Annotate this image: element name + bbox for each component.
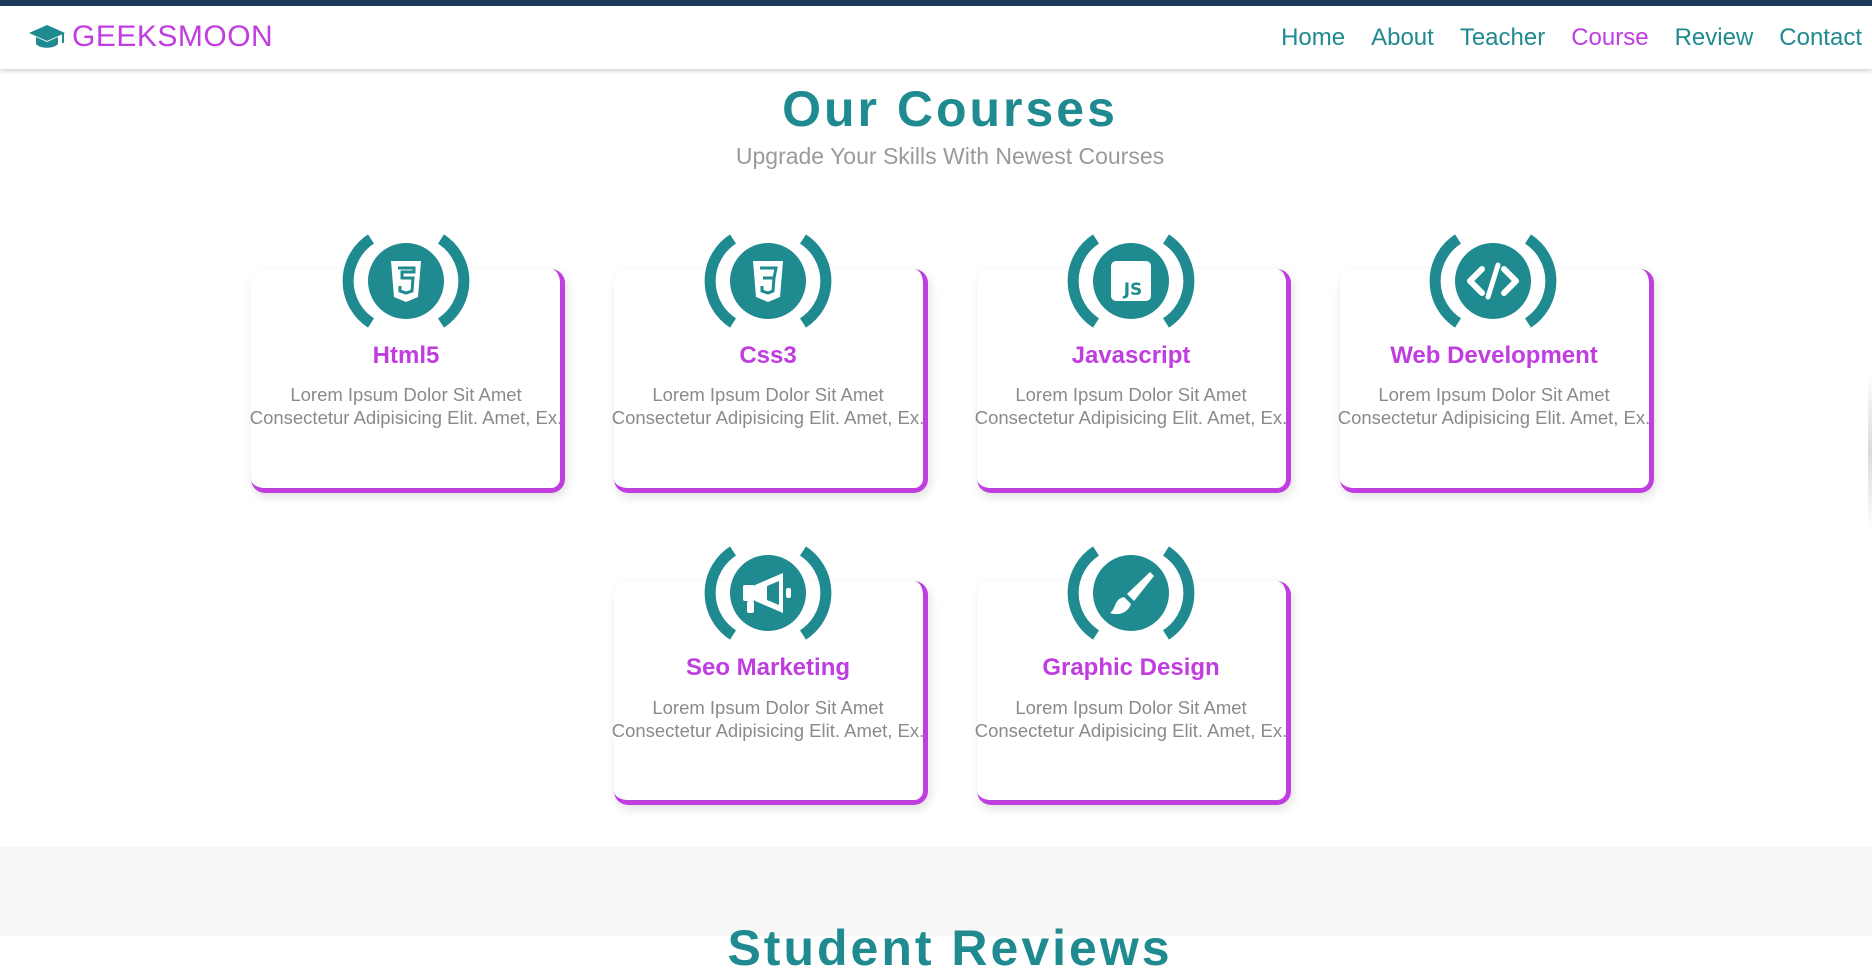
reviews-section-title: Student Reviews [727,920,1173,976]
html5-icon [342,234,470,328]
course-title-graphic-design: Graphic Design [1042,654,1220,681]
css3-icon [704,234,832,328]
paintbrush-icon [1067,546,1195,640]
nav-links: Home About Teacher Course Review Contact [1255,24,1862,52]
course-title-css3: Css3 [739,342,797,369]
section-subtitle: Upgrade Your Skills With Newest Courses [735,143,1165,169]
course-text-javascript: Lorem Ipsum Dolor Sit Amet Consectetur A… [974,384,1288,428]
course-text-css3: Lorem Ipsum Dolor Sit Amet Consectetur A… [611,384,925,428]
course-text-graphic-design: Lorem Ipsum Dolor Sit Amet Consectetur A… [974,697,1288,741]
nav-link-review[interactable]: Review [1675,24,1754,52]
course-title-javascript: Javascript [1071,342,1191,369]
megaphone-icon [704,546,832,640]
course-text-web-development: Lorem Ipsum Dolor Sit Amet Consectetur A… [1337,384,1651,428]
nav-link-home[interactable]: Home [1281,24,1345,52]
brand-logo[interactable]: GEEKSMOON [28,20,273,54]
scroll-edge-mark [1868,372,1872,532]
code-icon [1429,234,1557,328]
course-text-seo-marketing: Lorem Ipsum Dolor Sit Amet Consectetur A… [611,697,925,741]
course-title-web-development: Web Development [1390,342,1598,369]
nav-link-teacher[interactable]: Teacher [1460,24,1545,52]
svg-text:JS: JS [1123,280,1143,300]
nav-link-about[interactable]: About [1371,24,1434,52]
course-title-seo-marketing: Seo Marketing [685,654,851,681]
javascript-icon: JS [1067,234,1195,328]
reviews-section: Student Reviews [0,847,1872,976]
brand-name: GEEKSMOON [72,20,274,53]
nav-link-course[interactable]: Course [1571,24,1648,52]
nav-link-contact[interactable]: Contact [1779,24,1862,52]
graduation-cap-icon [29,25,65,48]
navbar: GEEKSMOON Home About Teacher Course Revi… [0,6,1872,69]
section-title: Our Courses [782,81,1118,137]
course-text-html5: Lorem Ipsum Dolor Sit Amet Consectetur A… [249,384,563,428]
course-title-html5: Html5 [372,342,440,369]
